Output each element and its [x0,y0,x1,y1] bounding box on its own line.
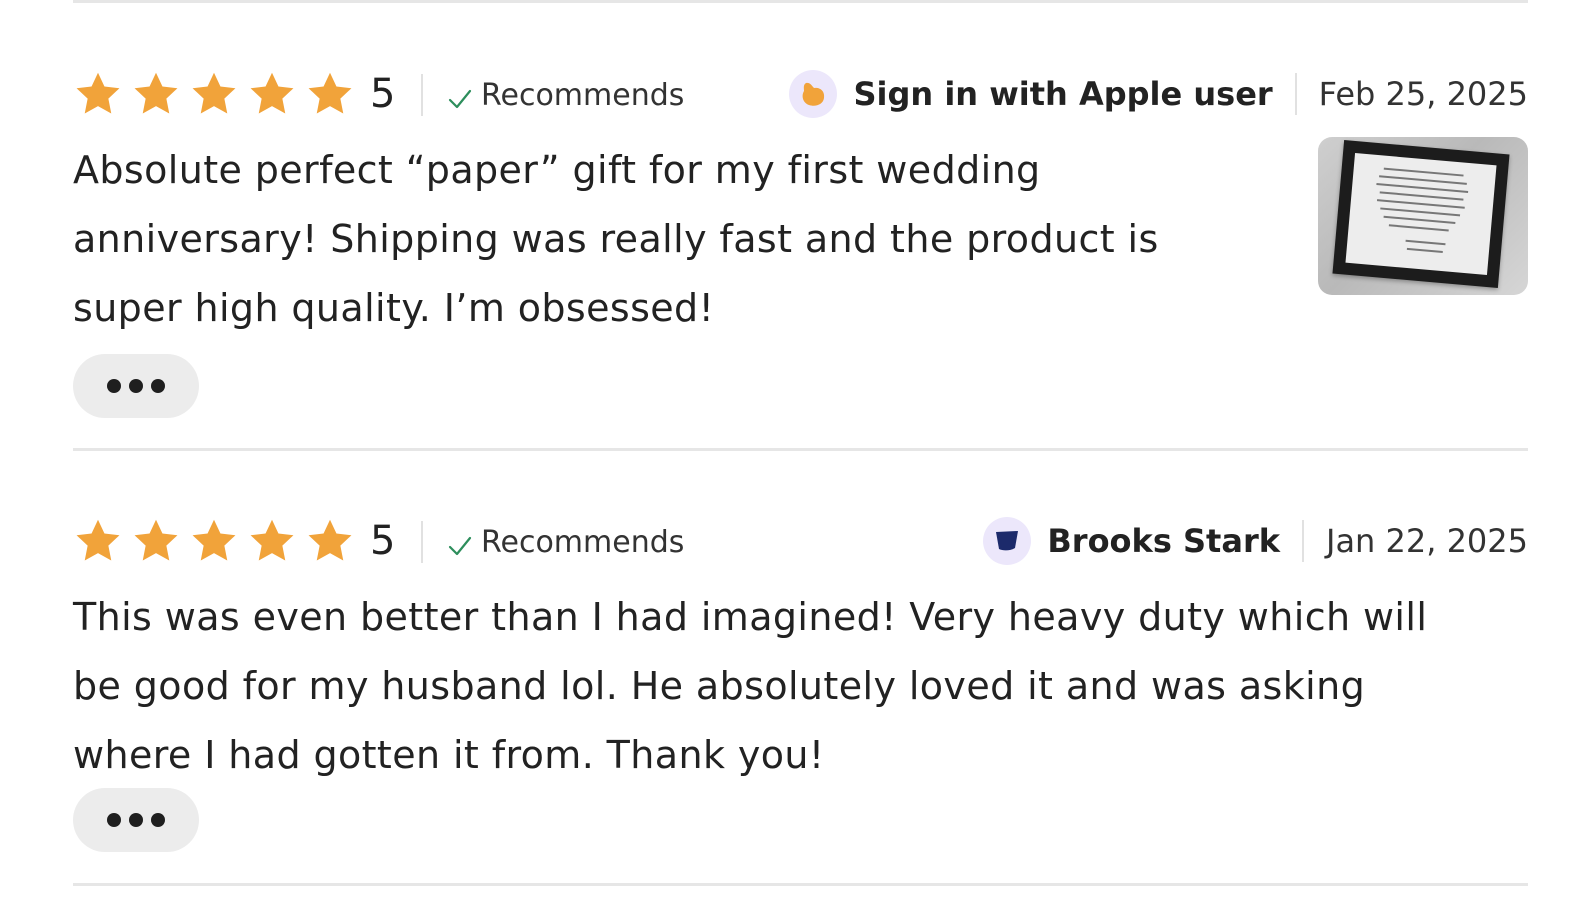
more-options-button[interactable] [73,788,199,852]
review-divider-top [73,0,1528,3]
meta-separator [421,521,423,563]
star-rating [73,68,363,120]
more-options-button[interactable] [73,354,199,418]
review-divider [73,448,1528,451]
review-photo-thumbnail[interactable] [1318,137,1528,295]
review-text: This was even better than I had imagined… [73,595,1428,777]
reviewer-name[interactable]: Sign in with Apple user [853,74,1272,114]
recommends-badge: Recommends [447,523,684,563]
star-icon [131,516,181,566]
star-icon [131,69,181,119]
star-icon [247,516,297,566]
review-divider-bottom [73,883,1528,886]
avatar-orange-icon [803,82,825,106]
review-date: Feb 25, 2025 [1318,75,1528,113]
framed-print-image [1332,140,1510,288]
avatar[interactable] [983,517,1032,565]
rating-value: 5 [370,518,396,564]
star-icon [305,516,355,566]
star-icon [189,516,239,566]
star-icon [189,69,239,119]
review-card-1: 5 Recommends Sign in with Apple user Feb… [73,66,1528,418]
star-icon [247,69,297,119]
review-text: Absolute perfect “paper” gift for my fir… [73,148,1159,330]
check-icon [447,533,473,559]
recommends-label: Recommends [481,525,685,560]
reviewer-info: Sign in with Apple user Feb 25, 2025 [789,66,1528,122]
reviewer-info: Brooks Stark Jan 22, 2025 [983,513,1528,569]
review-meta-row: 5 Recommends Sign in with Apple user Feb… [73,66,1528,122]
recommends-badge: Recommends [447,76,684,116]
meta-separator [421,74,423,116]
avatar[interactable] [789,70,838,118]
reviewer-name[interactable]: Brooks Stark [1047,521,1280,561]
ellipsis-icon [103,379,169,393]
avatar-navy-icon [996,531,1019,551]
review-meta-row: 5 Recommends Brooks Stark Jan 22, 2025 [73,513,1528,569]
recommends-label: Recommends [481,78,685,113]
star-icon [305,69,355,119]
rating-value: 5 [370,71,396,117]
check-icon [447,86,473,112]
review-card-2: 5 Recommends Brooks Stark Jan 22, 2025 T… [73,513,1528,852]
star-icon [73,69,123,119]
review-date: Jan 22, 2025 [1326,522,1528,560]
ellipsis-icon [103,813,169,827]
star-rating [73,515,363,567]
meta-separator [1294,73,1297,115]
star-icon [73,516,123,566]
meta-separator [1302,520,1304,562]
